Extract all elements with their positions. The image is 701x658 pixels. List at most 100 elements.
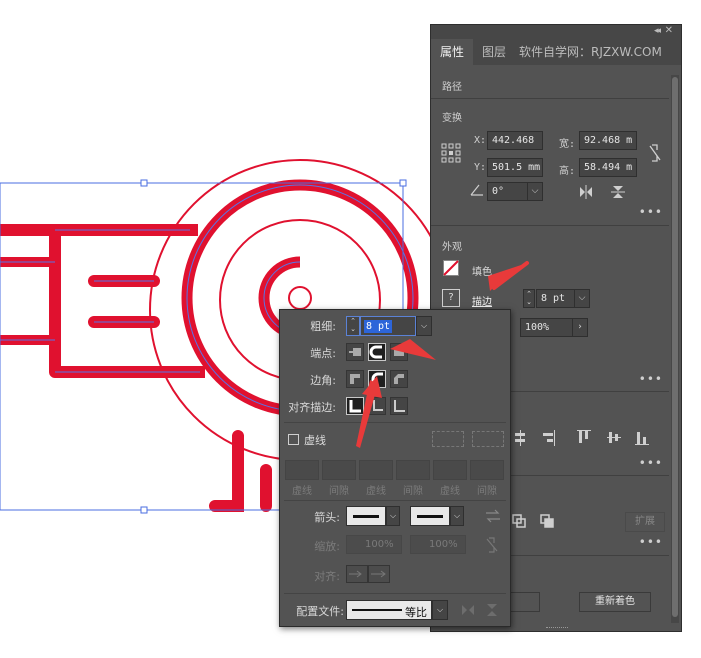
divider bbox=[284, 422, 506, 423]
y-label: Y: bbox=[474, 162, 487, 173]
divider bbox=[431, 98, 669, 99]
more-options-icon[interactable]: ••• bbox=[639, 456, 663, 470]
fill-label: 填色 bbox=[472, 267, 492, 278]
flip-along-icon[interactable] bbox=[461, 603, 475, 617]
cap-label: 端点: bbox=[310, 347, 336, 360]
stroke-weight-dropdown[interactable]: ⌵ bbox=[574, 289, 590, 308]
align-inside-button[interactable] bbox=[368, 397, 386, 415]
pathfinder-icons[interactable] bbox=[511, 513, 557, 529]
tab-properties[interactable]: 属性 bbox=[431, 39, 474, 65]
y-field[interactable]: 501.5 mm bbox=[487, 158, 543, 177]
weight-field[interactable]: 8 pt bbox=[360, 316, 416, 336]
center-small-circle[interactable] bbox=[288, 286, 312, 310]
path-section-title: 路径 bbox=[442, 82, 462, 93]
dashed-line-label: 虚线 bbox=[304, 434, 326, 447]
dash-label: 虚线 bbox=[292, 486, 312, 497]
dashed-line-checkbox[interactable] bbox=[288, 434, 299, 445]
close-icon[interactable]: ✕ bbox=[665, 25, 673, 36]
round-join-button[interactable] bbox=[368, 370, 386, 388]
projecting-cap-button[interactable] bbox=[390, 343, 408, 361]
illustrator-workspace: ◂◂ ✕ 属性 图层 软件自学网：RJZXW.COM 路径 变换 X: 442.… bbox=[0, 0, 701, 658]
miter-join-button[interactable] bbox=[346, 370, 364, 388]
gap-field-1[interactable] bbox=[322, 460, 356, 480]
stroke-stepper[interactable]: ⌃ ⌄ bbox=[523, 289, 535, 308]
weight-dropdown[interactable]: ⌵ bbox=[416, 316, 432, 336]
flip-across-icon[interactable] bbox=[485, 603, 499, 617]
dash-field-3[interactable] bbox=[433, 460, 467, 480]
gap-field-3[interactable] bbox=[470, 460, 504, 480]
recolor-button[interactable]: 重新着色 bbox=[579, 592, 651, 612]
scale-end-field[interactable]: 100% bbox=[410, 535, 466, 554]
stroke-swatch-icon[interactable]: ? bbox=[442, 289, 460, 307]
width-field[interactable]: 92.468 m bbox=[579, 131, 637, 150]
align-outside-button[interactable] bbox=[390, 397, 408, 415]
selection-handle[interactable] bbox=[140, 179, 148, 187]
bevel-join-button[interactable] bbox=[390, 370, 408, 388]
align-stroke-label: 对齐描边: bbox=[288, 401, 336, 414]
start-arrowhead-dropdown[interactable]: ⌵ bbox=[386, 506, 400, 526]
weight-label: 粗细: bbox=[310, 320, 336, 333]
profile-dropdown[interactable]: ⌵ bbox=[432, 600, 448, 620]
dash-align-corners-icon[interactable] bbox=[472, 431, 504, 447]
x-label: X: bbox=[474, 135, 487, 146]
arrow-tip-at-end-button[interactable] bbox=[368, 565, 390, 583]
link-scale-icon[interactable] bbox=[485, 536, 499, 554]
gap-label: 间隙 bbox=[403, 486, 423, 497]
align-icons-row[interactable] bbox=[513, 429, 653, 447]
appearance-section-title: 外观 bbox=[442, 242, 462, 253]
swap-arrowheads-icon[interactable] bbox=[485, 509, 501, 523]
flip-horizontal-icon[interactable] bbox=[579, 185, 593, 199]
more-options-icon[interactable]: ••• bbox=[639, 205, 663, 219]
dash-preserve-icon[interactable] bbox=[432, 431, 464, 447]
gap-field-2[interactable] bbox=[396, 460, 430, 480]
opacity-expand-button[interactable]: › bbox=[572, 318, 588, 337]
scale-start-field[interactable]: 100% bbox=[346, 535, 402, 554]
angle-field[interactable]: 0° bbox=[487, 182, 529, 201]
end-arrowhead-select[interactable] bbox=[410, 506, 450, 526]
resize-grip[interactable] bbox=[546, 627, 568, 631]
profile-label: 配置文件: bbox=[296, 605, 344, 618]
align-arrow-label: 对齐: bbox=[314, 570, 340, 583]
fill-swatch-none-icon[interactable] bbox=[443, 260, 459, 276]
constrain-proportions-icon[interactable] bbox=[647, 143, 663, 163]
selection-handle[interactable] bbox=[140, 506, 148, 514]
expand-button[interactable]: 扩展 bbox=[625, 512, 665, 532]
divider bbox=[431, 225, 669, 226]
profile-select[interactable]: 等比 bbox=[346, 600, 432, 620]
scrollbar-thumb[interactable] bbox=[672, 77, 678, 617]
tab-watermark: 软件自学网：RJZXW.COM bbox=[519, 45, 662, 59]
more-options-icon[interactable]: ••• bbox=[639, 535, 663, 549]
weight-stepper[interactable]: ⌃ ⌄ bbox=[346, 316, 360, 336]
reference-point-icon[interactable] bbox=[441, 143, 461, 163]
dash-label: 虚线 bbox=[366, 486, 386, 497]
more-options-icon[interactable]: ••• bbox=[639, 372, 663, 386]
butt-cap-button[interactable] bbox=[346, 343, 364, 361]
dash-field-2[interactable] bbox=[359, 460, 393, 480]
dash-field-1[interactable] bbox=[285, 460, 319, 480]
stroke-options-panel: 粗细: ⌃ ⌄ 8 pt ⌵ 端点: 边角: 对齐描边: 虚线 虚线 间隙 虚线… bbox=[279, 309, 511, 627]
gap-label: 间隙 bbox=[329, 486, 349, 497]
height-field[interactable]: 58.494 m bbox=[579, 158, 637, 177]
align-center-button[interactable] bbox=[346, 397, 364, 415]
start-arrowhead-select[interactable] bbox=[346, 506, 386, 526]
arrowheads-label: 箭头: bbox=[314, 511, 340, 524]
corner-label: 边角: bbox=[310, 374, 336, 387]
end-arrowhead-dropdown[interactable]: ⌵ bbox=[450, 506, 464, 526]
height-label: 高: bbox=[559, 166, 576, 177]
edit-button-partial[interactable] bbox=[510, 592, 540, 612]
arrow-tip-beyond-button[interactable] bbox=[346, 565, 368, 583]
stroke-label-link[interactable]: 描边 bbox=[472, 293, 492, 308]
round-cap-button[interactable] bbox=[368, 343, 386, 361]
panel-title-bar[interactable]: ◂◂ ✕ bbox=[431, 25, 681, 39]
collapse-icon[interactable]: ◂◂ bbox=[654, 26, 661, 36]
tab-layers[interactable]: 图层 bbox=[473, 39, 515, 65]
opacity-field[interactable]: 100% bbox=[520, 318, 574, 337]
stroke-weight-field[interactable]: 8 pt bbox=[536, 289, 576, 308]
selection-handle[interactable] bbox=[399, 179, 407, 187]
profile-value: 等比 bbox=[405, 606, 427, 619]
plug-body[interactable] bbox=[0, 224, 205, 378]
flip-vertical-icon[interactable] bbox=[611, 185, 625, 199]
x-field[interactable]: 442.468 bbox=[487, 131, 543, 150]
angle-dropdown[interactable]: ⌵ bbox=[527, 182, 543, 201]
cable-lower[interactable] bbox=[209, 430, 272, 512]
